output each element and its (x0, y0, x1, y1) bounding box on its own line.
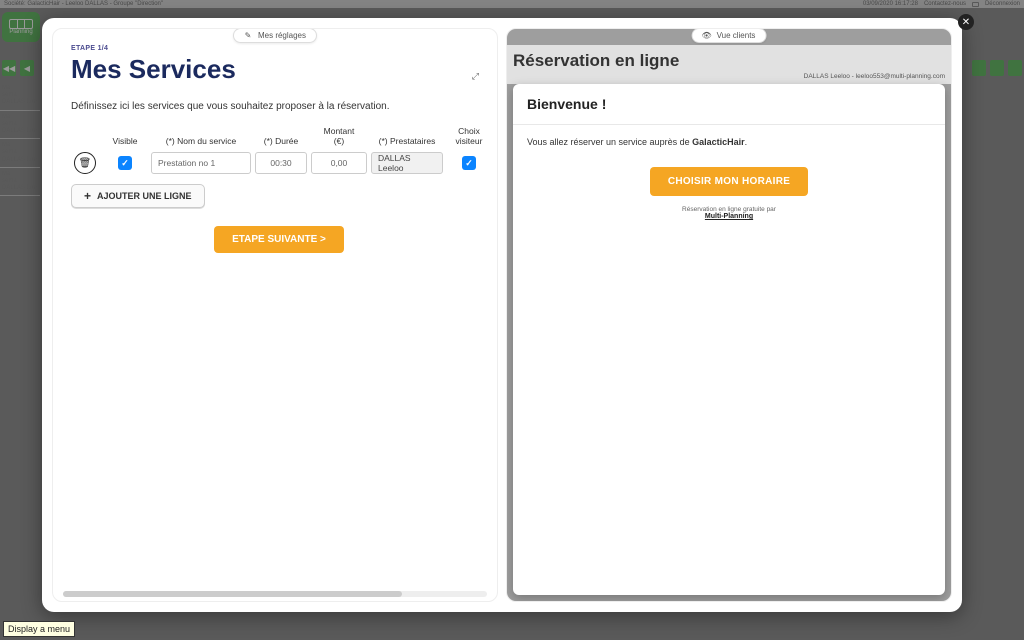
table-row: 🗑 DALLAS Leeloo (71, 152, 487, 174)
eye-icon: 👁 (703, 32, 711, 40)
tab-client-view[interactable]: 👁 Vue clients (692, 28, 767, 43)
close-modal-button[interactable]: ✕ (958, 14, 974, 30)
preview-card-header: Bienvenue ! (513, 84, 945, 125)
service-name-input[interactable] (151, 152, 251, 174)
col-visible: Visible (103, 136, 147, 146)
step-indicator: ETAPE 1/4 (71, 45, 487, 52)
choose-schedule-button[interactable]: CHOISIR MON HORAIRE (650, 167, 808, 196)
duration-input[interactable] (255, 152, 307, 174)
col-duration: (*) Durée (255, 136, 307, 146)
welcome-heading: Bienvenue ! (527, 96, 931, 112)
page-title: Mes Services (71, 54, 487, 85)
amount-input[interactable] (311, 152, 367, 174)
add-line-button[interactable]: + AJOUTER UNE LIGNE (71, 184, 205, 208)
table-header: Visible (*) Nom du service (*) Durée Mon… (71, 126, 487, 146)
expand-icon[interactable]: ⤢ (472, 71, 479, 82)
provider-select[interactable]: DALLAS Leeloo (371, 152, 443, 174)
settings-panel: ✎ Mes réglages ⤢ ETAPE 1/4 Mes Services … (52, 28, 498, 602)
preview-user-line: DALLAS Leeloo - leeloo553@multi-planning… (507, 73, 951, 84)
col-name: (*) Nom du service (151, 136, 251, 146)
col-visitor: Choixvisiteur (447, 126, 491, 146)
brand-name: GalacticHair (692, 137, 745, 147)
col-providers: (*) Prestataires (371, 136, 443, 146)
preview-title: Réservation en ligne (507, 45, 951, 73)
tab-label: Vue clients (717, 31, 756, 40)
horizontal-scrollbar[interactable] (63, 591, 487, 597)
delete-row-button[interactable]: 🗑 (74, 152, 96, 174)
tab-label: Mes réglages (258, 31, 306, 40)
services-table: Visible (*) Nom du service (*) Durée Mon… (71, 126, 487, 174)
client-preview-panel: 👁 Vue clients Réservation en ligne DALLA… (506, 28, 952, 602)
add-line-label: AJOUTER UNE LIGNE (97, 191, 192, 201)
col-amount: Montant(€) (311, 126, 367, 146)
visible-checkbox[interactable] (118, 156, 132, 170)
preview-card: Bienvenue ! Vous allez réserver un servi… (513, 84, 945, 595)
visitor-choice-checkbox[interactable] (462, 156, 476, 170)
credit-line: Réservation en ligne gratuite par Multi-… (527, 206, 931, 220)
preview-body-text: Vous allez réserver un service auprès de… (527, 137, 931, 147)
settings-modal: ✎ Mes réglages ⤢ ETAPE 1/4 Mes Services … (42, 18, 962, 612)
next-step-button[interactable]: ETAPE SUIVANTE > (214, 226, 344, 253)
plus-icon: + (84, 190, 91, 202)
credit-brand-link[interactable]: Multi-Planning (527, 213, 931, 220)
page-subtitle: Définissez ici les services que vous sou… (71, 101, 487, 112)
tab-my-settings[interactable]: ✎ Mes réglages (233, 28, 317, 43)
pencil-icon: ✎ (244, 32, 252, 40)
menu-tooltip: Display a menu (3, 621, 75, 637)
